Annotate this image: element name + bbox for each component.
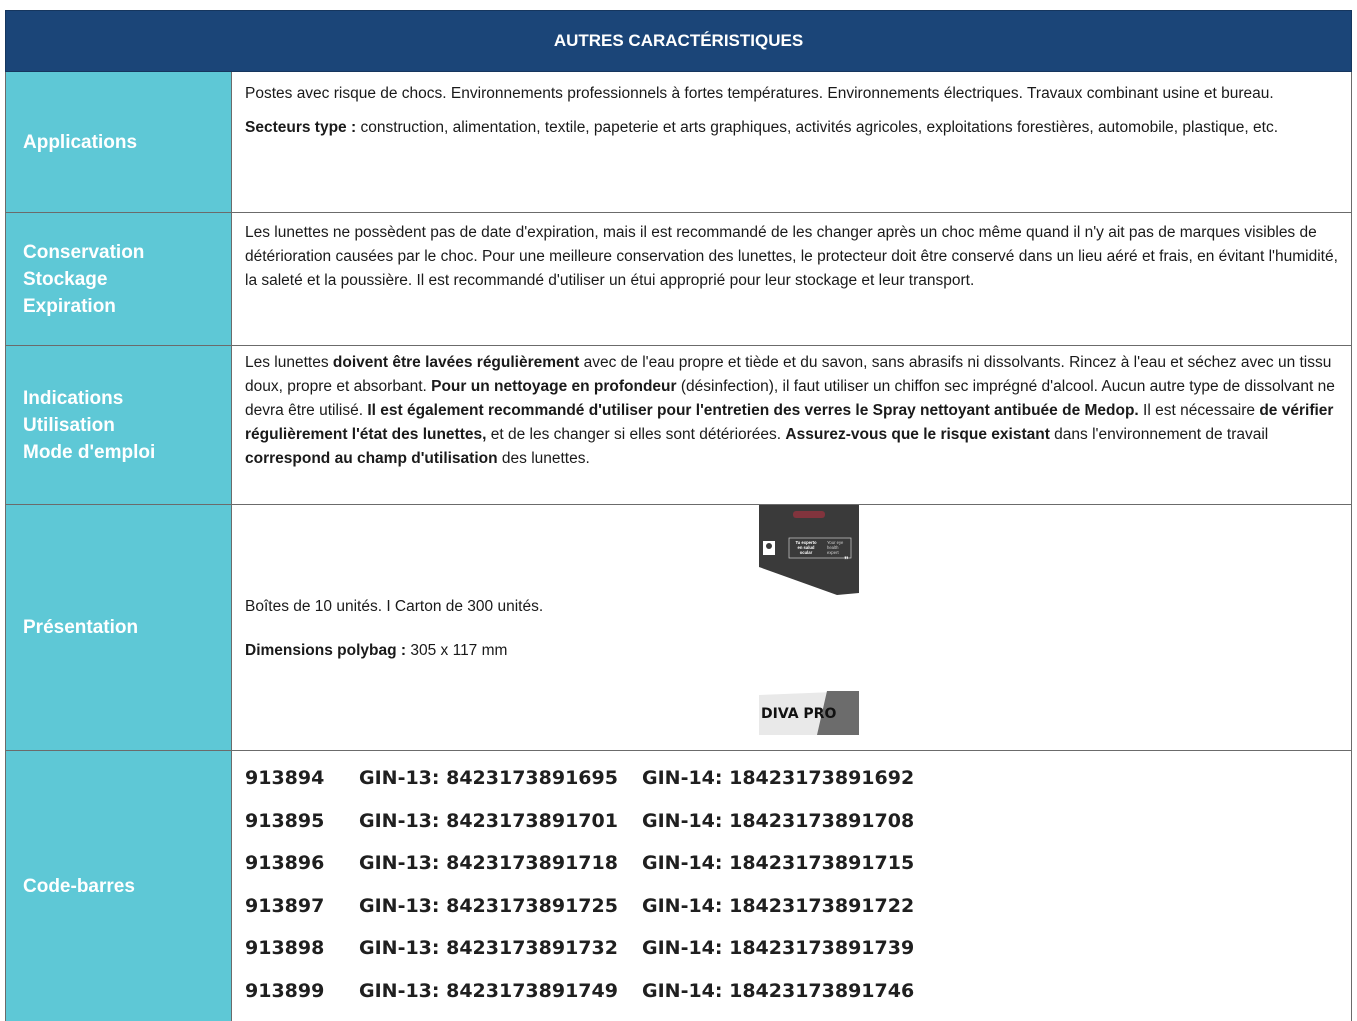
indications-text: Les lunettes doivent être lavées réguliè… bbox=[245, 351, 1339, 471]
label-conservation: Conservation Stockage Expiration bbox=[6, 213, 232, 345]
barcode-gin13: GIN-13: 8423173891725 bbox=[359, 894, 618, 917]
barcode-gin13: GIN-13: 8423173891749 bbox=[359, 979, 618, 1002]
sectors-text: Secteurs type : construction, alimentati… bbox=[245, 116, 1339, 140]
svg-text:”: ” bbox=[844, 555, 849, 565]
table-header: AUTRES CARACTÉRISTIQUES bbox=[5, 10, 1352, 72]
barcode-gin13: GIN-13: 8423173891732 bbox=[359, 937, 618, 959]
row-conservation: Conservation Stockage Expiration Les lun… bbox=[5, 213, 1352, 346]
indications-segment: Pour un nettoyage en profondeur bbox=[431, 378, 677, 395]
barcode-line: 913896 GIN-13: 8423173891718 GIN-14: 18423… bbox=[245, 842, 1339, 885]
logo-text: DIVA PRO bbox=[761, 706, 836, 722]
label-presentation: Présentation bbox=[6, 505, 232, 750]
barcode-ref: 913896 bbox=[245, 852, 325, 874]
polybag-text: ocular bbox=[800, 550, 813, 555]
barcode-gin14: GIN-14: 18423173891746 bbox=[642, 979, 915, 1002]
value-conservation: Les lunettes ne possèdent pas de date d'… bbox=[232, 213, 1351, 345]
row-barcodes: Code-barres 913894 GIN-13: 8423173891695 G… bbox=[5, 751, 1352, 1021]
value-applications: Postes avec risque de chocs. Environneme… bbox=[232, 72, 1351, 212]
barcode-gin14: GIN-14: 18423173891722 bbox=[642, 894, 915, 917]
row-applications: Applications Postes avec risque de chocs… bbox=[5, 72, 1352, 213]
polybag-image: Tu experto en salud ocular Your eye heal… bbox=[759, 505, 859, 595]
indications-segment: et de les changer si elles sont détérior… bbox=[486, 426, 786, 443]
label-line-stockage: Stockage bbox=[23, 268, 108, 290]
value-barcodes: 913894 GIN-13: 8423173891695 GIN-14: 18423… bbox=[232, 751, 1351, 1021]
label-line-conservation: Conservation bbox=[23, 241, 145, 263]
label-barcodes: Code-barres bbox=[6, 751, 232, 1021]
diva-pro-logo: DIVA PRO bbox=[759, 691, 859, 735]
barcode-gin14: GIN-14: 18423173891739 bbox=[642, 937, 915, 959]
barcode-line: 913895 GIN-13: 8423173891701 GIN-14: 18423… bbox=[245, 800, 1339, 843]
indications-segment: dans l'environnement de travail bbox=[1049, 426, 1269, 443]
barcode-line: 913899 GIN-13: 8423173891749 GIN-14: 18423… bbox=[245, 970, 1339, 1013]
label-indications: Indications Utilisation Mode d'emploi bbox=[6, 346, 232, 504]
barcode-ref: 913895 bbox=[245, 809, 325, 832]
indications-segment: doivent être lavées régulièrement bbox=[332, 354, 580, 371]
indications-segment: correspond au champ d'utilisation bbox=[245, 450, 498, 467]
label-line-utilisation: Utilisation bbox=[23, 414, 115, 436]
barcode-ref: 913898 bbox=[245, 937, 325, 959]
boxes-text: Boîtes de 10 unités. I Carton de 300 uni… bbox=[245, 598, 544, 615]
sectors-value: construction, alimentation, textile, pap… bbox=[356, 119, 1279, 136]
indications-segment: Les lunettes bbox=[245, 354, 333, 371]
barcode-gin14: GIN-14: 18423173891708 bbox=[642, 809, 915, 832]
barcode-ref: 913894 bbox=[245, 767, 325, 789]
value-presentation: Tu experto en salud ocular Your eye heal… bbox=[232, 505, 1351, 750]
label-applications: Applications bbox=[6, 72, 232, 212]
dimensions-value: 305 x 117 mm bbox=[406, 642, 508, 659]
barcode-line: 913897 GIN-13: 8423173891725 GIN-14: 18423… bbox=[245, 885, 1339, 928]
barcode-ref: 913897 bbox=[245, 894, 325, 917]
polybag-text: expert bbox=[827, 550, 839, 555]
row-indications: Indications Utilisation Mode d'emploi Le… bbox=[5, 346, 1352, 505]
barcode-gin13: GIN-13: 8423173891718 bbox=[359, 852, 618, 874]
label-line-mode-emploi: Mode d'emploi bbox=[23, 441, 156, 463]
label-line-expiration: Expiration bbox=[23, 295, 116, 317]
label-line-indications: Indications bbox=[23, 387, 124, 409]
characteristics-table: AUTRES CARACTÉRISTIQUES Applications Pos… bbox=[5, 10, 1352, 1021]
barcode-gin13: GIN-13: 8423173891695 bbox=[359, 767, 618, 789]
indications-segment: des lunettes. bbox=[497, 450, 590, 467]
conservation-text: Les lunettes ne possèdent pas de date d'… bbox=[245, 224, 1338, 289]
indications-segment: Il est nécessaire bbox=[1138, 402, 1260, 419]
value-indications: Les lunettes doivent être lavées réguliè… bbox=[232, 346, 1351, 504]
barcode-ref: 913899 bbox=[245, 979, 325, 1002]
dimensions-text: Dimensions polybag : 305 x 117 mm bbox=[245, 639, 507, 663]
table-title: AUTRES CARACTÉRISTIQUES bbox=[553, 31, 804, 50]
barcode-gin13: GIN-13: 8423173891701 bbox=[359, 809, 618, 832]
barcode-line: 913894 GIN-13: 8423173891695 GIN-14: 18423… bbox=[245, 757, 1339, 800]
sectors-label: Secteurs type : bbox=[245, 119, 357, 136]
barcode-gin14: GIN-14: 18423173891692 bbox=[642, 767, 915, 789]
barcode-line: 913898 GIN-13: 8423173891732 GIN-14: 18423… bbox=[245, 927, 1339, 970]
indications-segment: Assurez-vous que le risque existant bbox=[785, 426, 1050, 443]
indications-segment: Il est également recommandé d'utiliser p… bbox=[367, 402, 1139, 419]
applications-text: Postes avec risque de chocs. Environneme… bbox=[245, 85, 1274, 102]
row-presentation: Présentation Tu experto en salud ocular … bbox=[5, 505, 1352, 751]
dimensions-label: Dimensions polybag : bbox=[245, 642, 407, 659]
barcode-gin14: GIN-14: 18423173891715 bbox=[642, 852, 915, 874]
